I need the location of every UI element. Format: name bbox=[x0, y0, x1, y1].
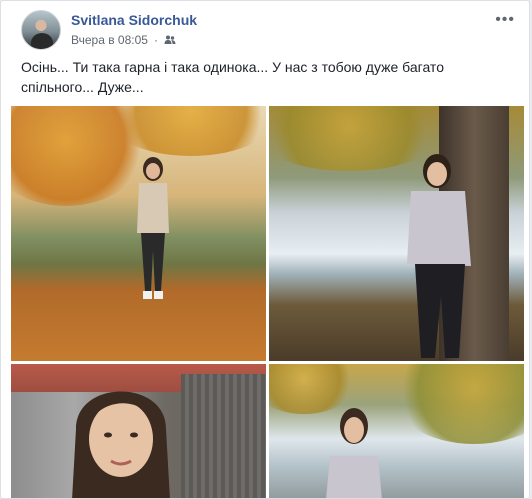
post-header: Svitlana Sidorchuk Вчера в 08:05 · ••• bbox=[21, 9, 517, 53]
fence bbox=[181, 374, 266, 498]
post-photo-3[interactable] bbox=[11, 364, 266, 498]
meta-separator: · bbox=[153, 33, 158, 47]
more-options-icon[interactable]: ••• bbox=[495, 11, 515, 29]
person-figure bbox=[326, 408, 382, 498]
person-figure bbox=[407, 154, 471, 358]
author-avatar[interactable] bbox=[21, 10, 61, 50]
photo-grid bbox=[11, 106, 524, 498]
person-figure bbox=[137, 157, 169, 299]
friends-icon[interactable] bbox=[164, 34, 176, 46]
post-photo-4[interactable] bbox=[269, 364, 524, 498]
person-figure bbox=[72, 391, 170, 498]
tree-foliage bbox=[389, 364, 524, 444]
feed-post: Svitlana Sidorchuk Вчера в 08:05 · ••• О… bbox=[0, 0, 530, 499]
post-meta: Вчера в 08:05 · bbox=[71, 33, 176, 47]
post-photo-2[interactable] bbox=[269, 106, 524, 361]
author-name-link[interactable]: Svitlana Sidorchuk bbox=[71, 12, 197, 28]
post-photo-1[interactable] bbox=[11, 106, 266, 361]
post-body-text: Осінь... Ти така гарна і така одинока...… bbox=[21, 59, 444, 95]
post-timestamp-link[interactable]: Вчера в 08:05 bbox=[71, 33, 148, 47]
